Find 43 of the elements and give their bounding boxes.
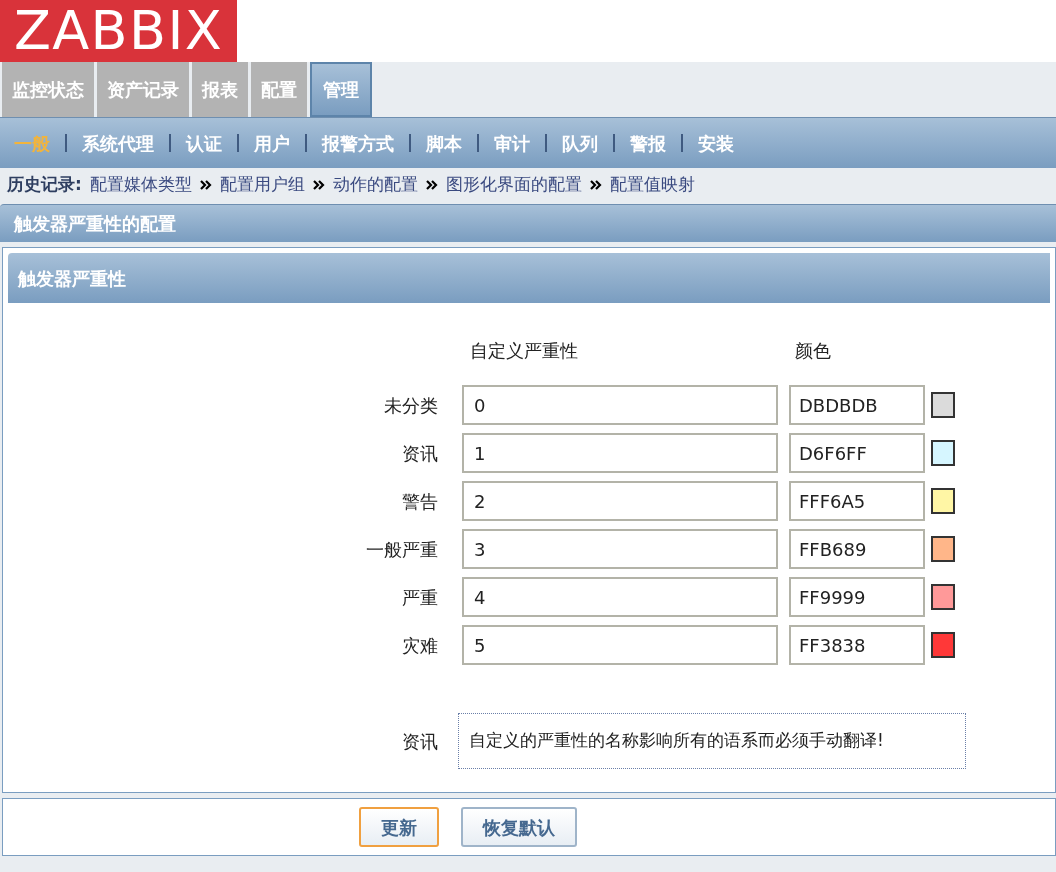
column-header: 颜色 xyxy=(795,339,831,363)
color-code-field[interactable]: FFF6A5 xyxy=(789,481,925,521)
color-code-field[interactable]: DBDBDB xyxy=(789,385,925,425)
color-code-field[interactable]: FF3838 xyxy=(789,625,925,665)
severity-name-field[interactable]: 0 xyxy=(462,385,778,425)
severity-name-field[interactable]: 3 xyxy=(462,529,778,569)
double-chevron-icon xyxy=(425,180,438,190)
history-link[interactable]: 配置用户组 xyxy=(219,172,305,198)
color-code-field[interactable]: FF9999 xyxy=(789,577,925,617)
severity-label: 严重 xyxy=(401,585,439,610)
info-label: 资讯 xyxy=(401,729,439,754)
history-label: 历史记录: xyxy=(7,173,82,197)
color-swatch[interactable] xyxy=(931,440,955,466)
history-link[interactable]: 配置值映射 xyxy=(609,172,695,198)
color-swatch[interactable] xyxy=(931,632,955,658)
color-code-field[interactable]: D6F6FF xyxy=(789,433,925,473)
form-button[interactable]: 恢复默认 xyxy=(461,807,577,847)
severity-label: 灾难 xyxy=(401,633,439,658)
history-link[interactable]: 动作的配置 xyxy=(332,172,418,198)
zabbix-logo: ZABBIX xyxy=(0,0,237,62)
history-link[interactable]: 配置媒体类型 xyxy=(89,172,192,198)
color-code-field[interactable]: FFB689 xyxy=(789,529,925,569)
history-link[interactable]: 图形化界面的配置 xyxy=(445,172,582,198)
column-header: 自定义严重性 xyxy=(470,339,579,363)
severity-label: 警告 xyxy=(401,489,439,514)
info-note: 自定义的严重性的名称影响所有的语系而必须手动翻译! xyxy=(458,713,966,769)
severity-name-field[interactable]: 2 xyxy=(462,481,778,521)
severity-name-field[interactable]: 4 xyxy=(462,577,778,617)
severity-label: 未分类 xyxy=(383,393,439,418)
color-swatch[interactable] xyxy=(931,488,955,514)
severity-name-field[interactable]: 1 xyxy=(462,433,778,473)
form-button[interactable]: 更新 xyxy=(359,807,439,847)
double-chevron-icon xyxy=(312,180,325,190)
severity-name-field[interactable]: 5 xyxy=(462,625,778,665)
page-title: 触发器严重性的配置 xyxy=(14,212,176,236)
color-swatch[interactable] xyxy=(931,584,955,610)
color-swatch[interactable] xyxy=(931,536,955,562)
color-swatch[interactable] xyxy=(931,392,955,418)
severity-label: 一般严重 xyxy=(365,537,439,562)
section-title: 触发器严重性 xyxy=(18,266,126,291)
double-chevron-icon xyxy=(589,180,602,190)
severity-label: 资讯 xyxy=(401,441,439,466)
double-chevron-icon xyxy=(199,180,212,190)
